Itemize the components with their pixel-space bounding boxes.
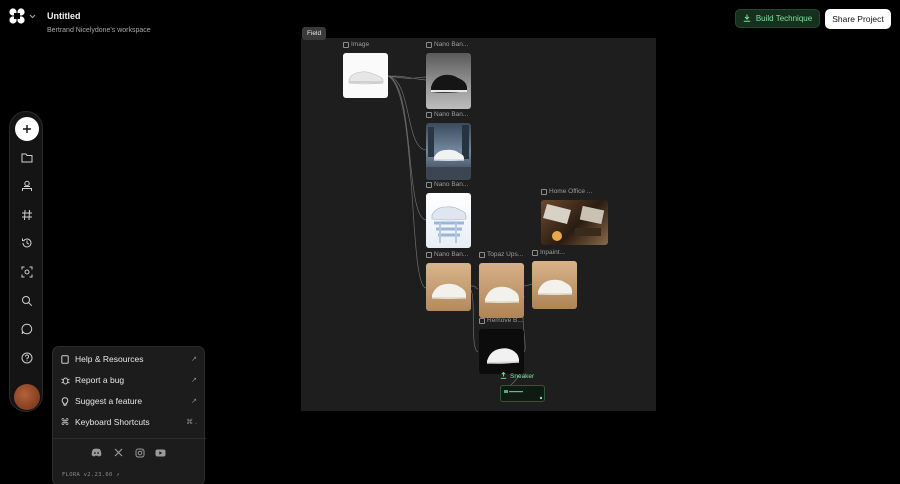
node-image-source[interactable]	[343, 53, 388, 98]
divider	[53, 438, 206, 439]
bug-icon	[60, 375, 70, 385]
build-technique-button[interactable]: Build Technique	[735, 9, 820, 28]
image-node-icon	[479, 251, 485, 258]
node-label-nano-4[interactable]: Nano Ban...	[426, 251, 468, 258]
node-label-image[interactable]: Image	[343, 41, 369, 48]
image-node-icon	[426, 111, 432, 118]
folder-icon[interactable]	[19, 149, 35, 165]
book-icon	[60, 354, 70, 364]
node-image-nano-3[interactable]	[426, 193, 471, 248]
instagram-icon[interactable]	[134, 447, 145, 458]
discord-icon[interactable]	[91, 447, 102, 458]
node-image-remove-bg[interactable]	[479, 329, 524, 374]
project-title[interactable]: Untitled	[47, 11, 81, 21]
image-node-icon	[426, 41, 432, 48]
help-menu: Help & Resources ↗ Report a bug ↗ Sugges…	[52, 346, 206, 484]
help-resources-item[interactable]: Help & Resources ↗	[53, 349, 206, 369]
report-bug-item[interactable]: Report a bug ↗	[53, 370, 206, 390]
hashtag-icon[interactable]	[19, 207, 35, 223]
node-label-home-office[interactable]: Home Office ...	[541, 188, 592, 195]
share-project-button[interactable]: Share Project	[825, 9, 891, 29]
flora-logo-icon[interactable]	[9, 8, 25, 24]
node-image-topaz[interactable]	[479, 263, 524, 318]
node-image-inpaint[interactable]	[532, 261, 577, 309]
node-label-topaz[interactable]: Topaz Ups...	[479, 251, 523, 258]
chevron-down-icon[interactable]	[29, 12, 36, 21]
node-label-sneaker[interactable]: Sneaker	[500, 371, 534, 381]
node-label-nano-2[interactable]: Nano Ban...	[426, 111, 468, 118]
chat-icon[interactable]	[19, 321, 35, 337]
build-technique-label: Build Technique	[755, 14, 813, 23]
build-icon	[743, 14, 751, 24]
node-sneaker-output[interactable]	[500, 385, 545, 402]
node-label-nano-3[interactable]: Nano Ban...	[426, 181, 468, 188]
avatar[interactable]	[14, 384, 40, 410]
external-link-icon: ↗	[191, 398, 197, 405]
add-icon[interactable]	[15, 117, 39, 141]
node-image-nano-4[interactable]	[426, 263, 471, 311]
keyboard-shortcuts-label: Keyboard Shortcuts	[75, 417, 150, 427]
suggest-feature-item[interactable]: Suggest a feature ↗	[53, 391, 206, 411]
node-label-nano-1[interactable]: Nano Ban...	[426, 41, 468, 48]
search-icon[interactable]	[19, 293, 35, 309]
suggest-feature-label: Suggest a feature	[75, 396, 143, 406]
image-node-icon	[541, 188, 547, 195]
node-image-home-office[interactable]	[541, 200, 608, 245]
scan-icon[interactable]	[19, 264, 35, 280]
image-node-icon	[426, 251, 432, 258]
left-toolbar	[9, 111, 43, 412]
workspace-name: Bertrand Nicelydone's workspace	[47, 27, 151, 34]
image-node-icon	[426, 181, 432, 188]
x-icon[interactable]	[113, 447, 124, 458]
image-node-icon	[532, 249, 538, 256]
upload-icon	[500, 371, 507, 381]
image-node-icon	[479, 317, 485, 324]
frame-label[interactable]: Field	[302, 27, 327, 40]
help-icon[interactable]	[19, 350, 35, 366]
user-upload-icon[interactable]	[19, 178, 35, 194]
shortcut-hint: ⌘ .	[186, 419, 197, 426]
version-link[interactable]: FLORA v2.23.60 ↗	[62, 472, 120, 478]
node-label-inpaint[interactable]: Inpaint...	[532, 249, 565, 256]
youtube-icon[interactable]	[155, 447, 166, 458]
keyboard-shortcuts-item[interactable]: ⌘ Keyboard Shortcuts ⌘ .	[53, 412, 206, 432]
history-icon[interactable]	[19, 235, 35, 251]
image-node-icon	[343, 41, 349, 48]
node-image-nano-2[interactable]	[426, 123, 471, 180]
command-icon: ⌘	[60, 416, 70, 427]
external-link-icon: ↗	[191, 356, 197, 363]
report-bug-label: Report a bug	[75, 375, 125, 385]
external-link-icon: ↗	[191, 377, 197, 384]
node-label-remove-bg[interactable]: Remove B...	[479, 317, 523, 324]
help-resources-label: Help & Resources	[75, 354, 144, 364]
bulb-icon	[60, 396, 70, 406]
node-image-nano-1[interactable]	[426, 53, 471, 109]
